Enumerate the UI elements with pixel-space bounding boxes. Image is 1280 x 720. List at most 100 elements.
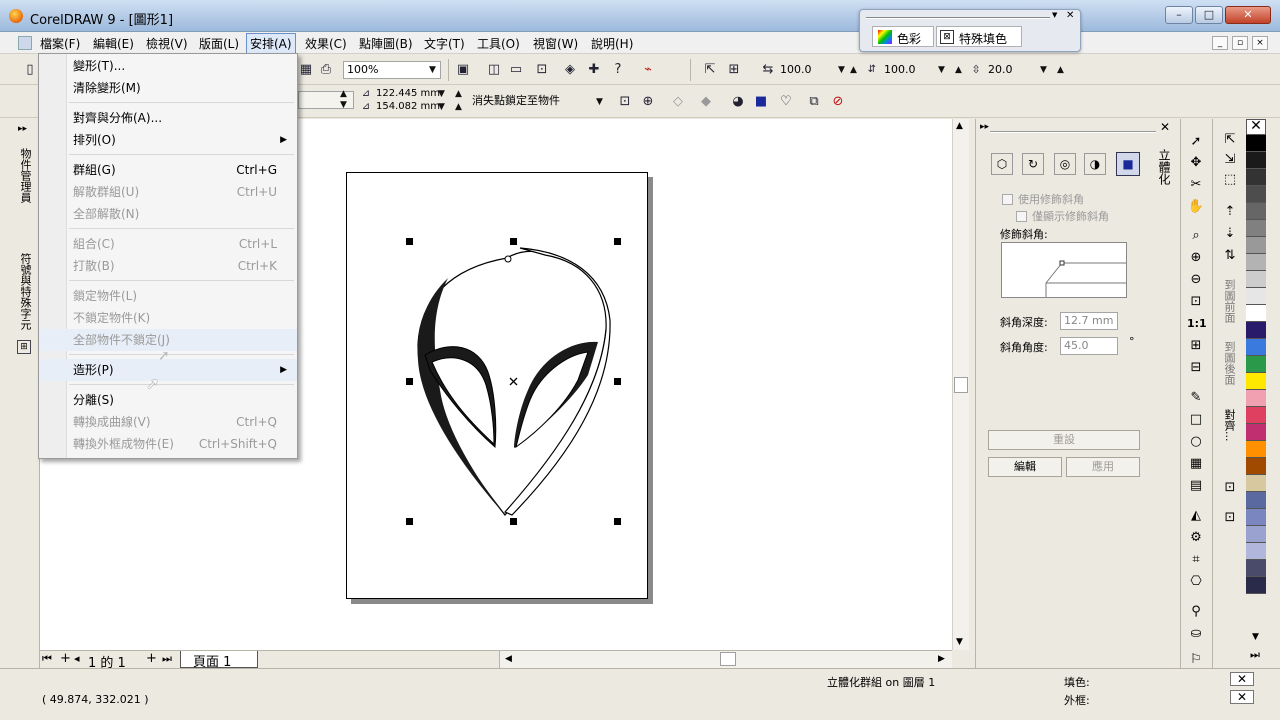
menu-item-unlock-object[interactable]: 不鎖定物件(K): [39, 307, 297, 329]
selection-handle[interactable]: [614, 378, 621, 385]
extrude-clear-icon[interactable]: ◆: [698, 94, 714, 110]
tab-symbols[interactable]: 符號與特殊字元: [17, 253, 33, 343]
last-page-icon[interactable]: ⏭: [162, 652, 172, 666]
fill-none-icon[interactable]: ✕: [1230, 672, 1254, 686]
zoom-selected-icon[interactable]: ⊡: [1187, 293, 1205, 311]
blend-tool-icon[interactable]: ⌗: [1187, 551, 1205, 569]
color-swatch[interactable]: [1246, 305, 1266, 322]
color-swatch[interactable]: [1246, 441, 1266, 458]
apply-button[interactable]: 應用: [1066, 457, 1140, 477]
zoom-out-icon[interactable]: ⊖: [1187, 271, 1205, 289]
eyedropper-tool-icon[interactable]: ⚲: [1187, 603, 1205, 621]
coreldraw-balloon-icon[interactable]: [9, 9, 23, 23]
vp-y-value[interactable]: 154.082 mm: [376, 101, 440, 112]
color-swatch[interactable]: [1246, 577, 1266, 594]
shape-tool-icon[interactable]: ✥: [1187, 154, 1205, 172]
color-swatch[interactable]: [1246, 169, 1266, 186]
extrude-bevel-icon[interactable]: ■: [1116, 152, 1140, 176]
zoom-all-icon[interactable]: ⊞: [1187, 337, 1205, 355]
lighting-icon[interactable]: ♡: [778, 94, 794, 110]
export-icon[interactable]: ⊡: [534, 62, 550, 78]
tab-to-back[interactable]: 到圖後面: [1221, 341, 1237, 399]
color-swatch[interactable]: [1246, 203, 1266, 220]
zoom-in-icon[interactable]: ⊕: [1187, 249, 1205, 267]
color-swatch[interactable]: [1246, 186, 1266, 203]
scale-icon[interactable]: ⇱: [702, 62, 718, 78]
color-swatch[interactable]: [1246, 458, 1266, 475]
scroll-left-icon[interactable]: ◀: [505, 654, 512, 664]
color-swatch[interactable]: [1246, 322, 1266, 339]
copy-extrude-icon[interactable]: ⧉: [806, 94, 822, 110]
menu-effects[interactable]: 效果(C): [305, 35, 347, 52]
extrude-rotation-icon[interactable]: ↻: [1022, 153, 1044, 175]
extrude-color-wheel-icon[interactable]: ◑: [1084, 153, 1106, 175]
new-icon[interactable]: ▯: [22, 62, 38, 78]
selection-handle[interactable]: [614, 238, 621, 245]
vp-x-value[interactable]: 122.445 mm: [376, 88, 440, 99]
color-swatch[interactable]: [1246, 288, 1266, 305]
menu-file[interactable]: 檔案(F): [40, 35, 80, 52]
color-swatch[interactable]: [1246, 475, 1266, 492]
palette-expand-icon[interactable]: ⏭: [1250, 648, 1260, 662]
menu-edit[interactable]: 編輯(E): [93, 35, 134, 52]
tab-color[interactable]: 色彩: [872, 26, 934, 47]
vp-share-icon[interactable]: ⊕: [640, 94, 656, 110]
outline-none-icon[interactable]: ✕: [1230, 690, 1254, 704]
back-icon[interactable]: ⇲: [1221, 151, 1239, 169]
bevel-angle-field[interactable]: 45.0: [1060, 337, 1118, 355]
pdf-icon[interactable]: ⌁: [640, 62, 656, 78]
docker-collapse-icon[interactable]: ▸▸: [980, 122, 989, 132]
color-swatch[interactable]: [1246, 526, 1266, 543]
outline-pen-icon[interactable]: ⚐: [1187, 651, 1205, 669]
color-swatch[interactable]: [1246, 424, 1266, 441]
menu-window[interactable]: 視窗(W): [533, 35, 578, 52]
color-swatch[interactable]: [1246, 390, 1266, 407]
height-up-icon[interactable]: ▲: [955, 65, 962, 75]
bevel-icon[interactable]: ■: [753, 94, 769, 110]
freehand-tool-icon[interactable]: ✎: [1187, 389, 1205, 407]
menu-layout[interactable]: 版面(L): [199, 35, 239, 52]
selection-handle[interactable]: [406, 518, 413, 525]
color-swatch[interactable]: [1246, 560, 1266, 577]
show-bevel-only-checkbox[interactable]: [1016, 211, 1027, 222]
bevel-preview[interactable]: [1001, 242, 1127, 298]
width-field[interactable]: 100.0: [776, 61, 838, 79]
minimize-button[interactable]: –: [1165, 6, 1193, 24]
popup-close-icon[interactable]: ✕: [1066, 10, 1074, 21]
color-swatch[interactable]: [1246, 271, 1266, 288]
close-button[interactable]: ✕: [1225, 6, 1271, 24]
height-down-icon[interactable]: ▼: [938, 65, 945, 75]
extrude-light-icon[interactable]: ◎: [1054, 153, 1076, 175]
import-icon[interactable]: ⎙: [318, 62, 334, 78]
prev-page-icon[interactable]: ◂: [74, 652, 80, 665]
tab-extrude[interactable]: 立體化: [1156, 149, 1172, 209]
table-tool-icon[interactable]: ▤: [1187, 477, 1205, 495]
menu-item-separate[interactable]: 分離(S): [39, 389, 297, 411]
tab-object-manager[interactable]: 物件管理員: [17, 148, 33, 248]
palette-scroll-down-icon[interactable]: ▼: [1252, 632, 1259, 642]
zoom-actual-size-icon[interactable]: 1:1: [1187, 315, 1207, 333]
vertical-scroll-thumb[interactable]: [954, 377, 968, 393]
extrude-rotate-icon[interactable]: ◇: [670, 94, 686, 110]
edit-button[interactable]: 編輯: [988, 457, 1062, 477]
add-page-icon[interactable]: +: [60, 651, 71, 666]
vp-dropdown-icon[interactable]: ▼: [596, 97, 603, 107]
color-swatch[interactable]: [1246, 135, 1266, 152]
preset-up-icon[interactable]: ▲: [340, 89, 347, 99]
no-color-swatch[interactable]: ✕: [1246, 119, 1266, 135]
depth-field[interactable]: 20.0: [984, 61, 1036, 79]
menu-item-convert-outline[interactable]: 轉換外框成物件(E) Ctrl+Shift+Q: [39, 433, 297, 455]
reverse-icon[interactable]: ⇅: [1221, 247, 1239, 265]
docker-icon-2[interactable]: ⊡: [1221, 509, 1239, 527]
rectangle-tool-icon[interactable]: □: [1187, 411, 1205, 429]
use-bevel-checkbox[interactable]: [1002, 194, 1013, 205]
menu-item-align-distribute[interactable]: 對齊與分佈(A)...: [39, 107, 297, 129]
selection-handle[interactable]: [614, 518, 621, 525]
reset-button[interactable]: 重設: [988, 430, 1140, 450]
docker-icon-1[interactable]: ⊡: [1221, 479, 1239, 497]
menu-text[interactable]: 文字(T): [424, 35, 465, 52]
zoom-level-select[interactable]: 100%: [343, 61, 441, 79]
scroll-right-icon[interactable]: ▶: [938, 654, 945, 664]
vp-x-up-icon[interactable]: ▲: [455, 89, 462, 99]
color-swatch[interactable]: [1246, 407, 1266, 424]
